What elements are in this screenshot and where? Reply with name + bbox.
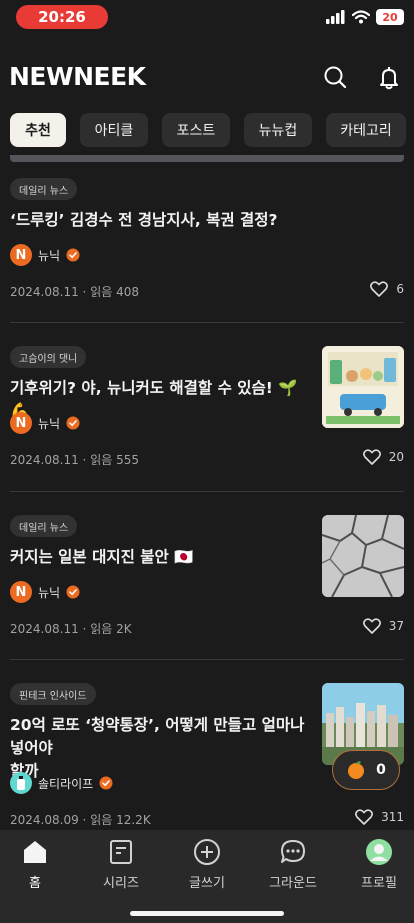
like-count: 20 [388,450,404,464]
divider [10,322,404,323]
wifi-icon [352,10,370,24]
verified-badge-icon [66,585,80,599]
nav-profile[interactable]: 프로필 [343,838,414,891]
tab-newnew-cup[interactable]: 뉴뉴컵 [244,113,312,147]
article-date: 2024.08.09 [10,813,79,827]
article-reads: 읽음 12.2K [90,813,151,827]
newneek-avatar: N [10,412,32,434]
article-title[interactable]: 커지는 일본 대지진 불안 🇯🇵 [10,546,300,569]
tab-post[interactable]: 포스트 [162,113,230,147]
heart-icon [362,618,381,634]
status-indicators: 20 [326,9,404,25]
nav-label: 글쓰기 [189,876,225,891]
like-button[interactable]: 6 [370,281,404,297]
verified-badge-icon [66,248,80,262]
like-count: 311 [381,810,404,824]
divider [10,491,404,492]
nav-label: 프로필 [361,876,397,891]
author-row[interactable]: 솔티라이프 [10,772,113,794]
chat-bubble-icon [281,840,305,863]
verified-badge-icon [99,776,113,790]
article-reads: 읽음 408 [90,285,140,299]
author-row[interactable]: N 뉴닉 [10,581,80,603]
heart-icon [355,809,374,825]
category-badge[interactable]: 데일리 뉴스 [10,178,78,200]
cracked-ground-image [322,515,404,597]
heart-icon [362,449,381,465]
bottom-navigation: 홈 시리즈 글쓰기 그라운드 프로필 [0,830,414,923]
tangerine-icon [348,761,365,779]
author-row[interactable]: N 뉴닉 [10,412,80,434]
article-date: 2024.08.11 [10,285,79,299]
home-icon [24,841,46,863]
home-indicator[interactable] [130,911,284,916]
author-name: 뉴닉 [38,585,61,600]
newneek-logo[interactable]: NEWNEEK [9,62,146,91]
signal-icon [326,10,345,24]
nav-ground[interactable]: 그라운드 [257,838,329,891]
app-header: NEWNEEK [0,54,414,102]
nav-write[interactable]: 글쓰기 [171,838,243,891]
tab-article[interactable]: 아티클 [80,113,148,147]
category-badge[interactable]: 데일리 뉴스 [10,515,78,537]
status-time: 20:26 [16,5,108,29]
article-date: 2024.08.11 [10,453,79,467]
like-count: 6 [396,282,404,296]
newneek-avatar: N [10,581,32,603]
author-name: 뉴닉 [38,248,61,263]
heart-icon [370,281,389,297]
author-row[interactable]: N 뉴닉 [10,244,80,266]
article-reads: 읽음 555 [90,453,140,467]
nav-label: 홈 [29,876,41,891]
article-meta: 2024.08.11 · 읽음 555 [10,453,140,467]
nav-home[interactable]: 홈 [0,838,71,891]
article-date: 2024.08.11 [10,622,79,636]
author-name: 뉴닉 [38,416,61,431]
category-tabs: 추천 아티클 포스트 뉴뉴컵 카테고리 [10,113,406,147]
divider [10,659,404,660]
status-bar: 20:26 20 [0,0,414,36]
article-thumbnail[interactable] [322,515,404,597]
article-meta: 2024.08.11 · 읽음 408 [10,285,140,299]
climate-illustration [322,346,404,428]
plus-circle-icon [194,839,220,865]
article-title[interactable]: ‘드루킹’ 김경수 전 경남지사, 복권 결정? [10,209,278,232]
bottle-icon [17,776,25,790]
bell-icon[interactable] [376,64,402,90]
previous-card-image [10,155,404,162]
newneek-avatar: N [10,244,32,266]
nav-label: 시리즈 [103,876,139,891]
article-thumbnail[interactable] [322,346,404,428]
tab-category[interactable]: 카테고리 [326,113,406,147]
category-badge[interactable]: 고슴이의 댓니 [10,346,87,368]
profile-avatar-icon [366,839,392,865]
article-reads: 읽음 2K [90,622,132,636]
nav-series[interactable]: 시리즈 [85,838,157,891]
like-button[interactable]: 37 [362,618,404,634]
author-name: 솔티라이프 [38,776,94,791]
tab-recommended[interactable]: 추천 [10,113,66,147]
like-button[interactable]: 20 [362,449,404,465]
category-badge[interactable]: 핀테크 인사이드 [10,683,96,705]
nav-label: 그라운드 [269,876,317,891]
saltylife-avatar [10,772,32,794]
series-icon [110,840,132,864]
gosum-coin-button[interactable]: 0 [332,750,400,790]
search-icon[interactable] [322,64,348,90]
like-button[interactable]: 311 [355,809,404,825]
coin-count: 0 [376,762,386,778]
article-meta: 2024.08.09 · 읽음 12.2K [10,813,151,827]
verified-badge-icon [66,416,80,430]
like-count: 37 [388,619,404,633]
article-meta: 2024.08.11 · 읽음 2K [10,622,132,636]
battery-icon: 20 [376,9,404,25]
